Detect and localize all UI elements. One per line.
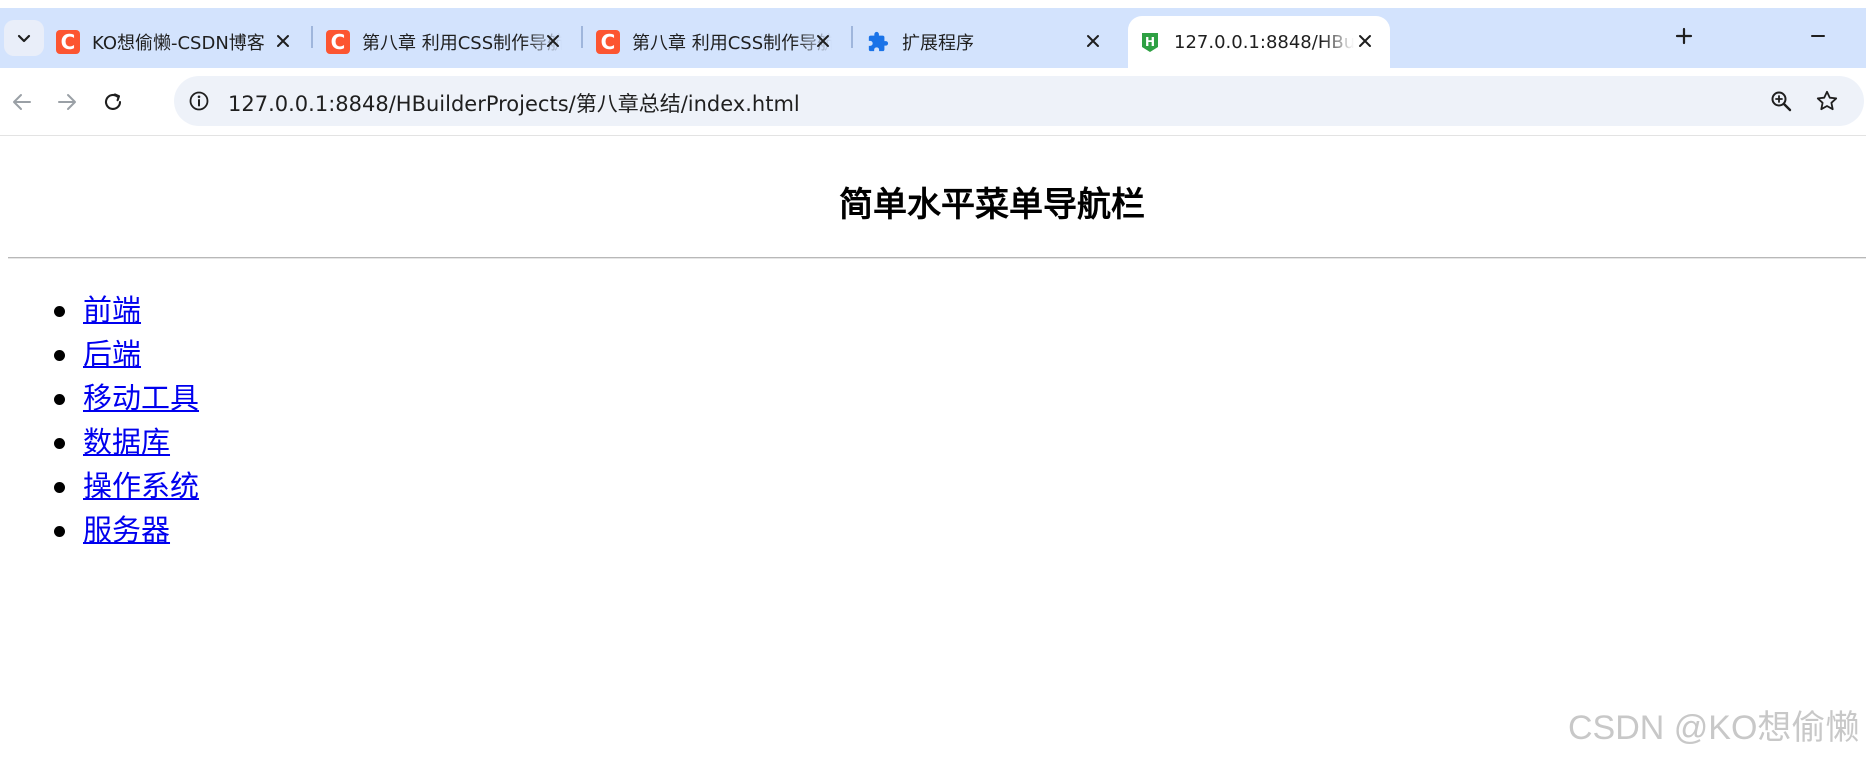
tab-title: 127.0.0.1:8848/HBuilderProjects — [1174, 31, 1354, 53]
new-tab-button[interactable] — [1666, 18, 1702, 54]
csdn-icon: C — [326, 30, 350, 54]
tab-search-button[interactable] — [4, 20, 44, 56]
tab-csdn-blog[interactable]: C KO想偷懒-CSDN博客 — [52, 16, 308, 68]
menu-link-server[interactable]: 服务器 — [83, 511, 170, 549]
tab-extensions[interactable]: 扩展程序 — [862, 16, 1120, 68]
csdn-icon: C — [56, 30, 80, 54]
menu-link-os[interactable]: 操作系统 — [83, 467, 199, 505]
puzzle-icon — [866, 30, 890, 54]
bullet-icon — [54, 526, 65, 537]
close-icon[interactable] — [1082, 30, 1104, 52]
tab-title: KO想偷懒-CSDN博客 — [92, 33, 265, 54]
hbuilder-letter: H — [1145, 35, 1155, 49]
reload-icon — [105, 93, 122, 110]
csdn-watermark: CSDN @KO想偷懒 — [1568, 709, 1860, 747]
close-icon[interactable] — [1354, 30, 1376, 52]
tab-strip: C KO想偷懒-CSDN博客 C 第八章 利用CSS制作导航菜单 C 第八章 利… — [0, 0, 1866, 68]
hbuilder-icon: H — [1138, 30, 1162, 54]
tab-title: 扩展程序 — [902, 33, 974, 54]
page-viewport: 简单水平菜单导航栏 前端 后端 移动工具 数据库 操作系统 服务器 — [0, 137, 1866, 762]
bullet-icon — [54, 482, 65, 493]
bullet-icon — [54, 394, 65, 405]
browser-toolbar: 127.0.0.1:8848/HBuilderProjects/第八章总结/in… — [0, 68, 1866, 136]
tab-separator — [581, 26, 583, 48]
url-text[interactable]: 127.0.0.1:8848/HBuilderProjects/第八章总结/in… — [228, 88, 800, 118]
bullet-icon — [54, 306, 65, 317]
site-info-icon[interactable] — [186, 88, 212, 114]
close-icon[interactable] — [542, 30, 564, 52]
menu-link-frontend[interactable]: 前端 — [83, 291, 141, 329]
forward-button[interactable] — [49, 84, 85, 120]
close-icon[interactable] — [272, 30, 294, 52]
menu-link-backend[interactable]: 后端 — [83, 335, 141, 373]
bullet-icon — [54, 438, 65, 449]
arrow-right-icon — [58, 94, 76, 110]
tab-title: 第八章 利用CSS制作导航菜单 — [632, 33, 832, 54]
tab-separator — [311, 26, 313, 48]
page-heading: 简单水平菜单导航栏 — [839, 185, 1145, 225]
menu-link-database[interactable]: 数据库 — [83, 423, 170, 461]
tab-chapter8-1[interactable]: C 第八章 利用CSS制作导航菜单 — [322, 16, 578, 68]
tab-chapter8-2[interactable]: C 第八章 利用CSS制作导航菜单 — [592, 16, 848, 68]
menu-link-mobile-tools[interactable]: 移动工具 — [83, 379, 199, 417]
address-bar[interactable]: 127.0.0.1:8848/HBuilderProjects/第八章总结/in… — [174, 76, 1864, 126]
minimize-window-button[interactable] — [1800, 18, 1836, 54]
horizontal-rule — [8, 257, 1866, 259]
close-icon[interactable] — [812, 30, 834, 52]
chevron-down-icon — [17, 34, 31, 43]
csdn-icon: C — [596, 30, 620, 54]
tab-title: 第八章 利用CSS制作导航菜单 — [362, 33, 562, 54]
tab-separator — [851, 26, 853, 48]
plus-icon — [1675, 27, 1693, 45]
arrow-left-icon — [13, 94, 31, 110]
window-top-edge — [0, 0, 1866, 8]
back-button[interactable] — [4, 84, 40, 120]
reload-button[interactable] — [95, 84, 131, 120]
tab-hbuilder-active[interactable]: H 127.0.0.1:8848/HBuilderProjects — [1128, 16, 1390, 68]
minimize-icon — [1811, 35, 1825, 37]
zoom-icon[interactable] — [1766, 86, 1796, 116]
bookmark-star-icon[interactable] — [1812, 86, 1842, 116]
bullet-icon — [54, 350, 65, 361]
